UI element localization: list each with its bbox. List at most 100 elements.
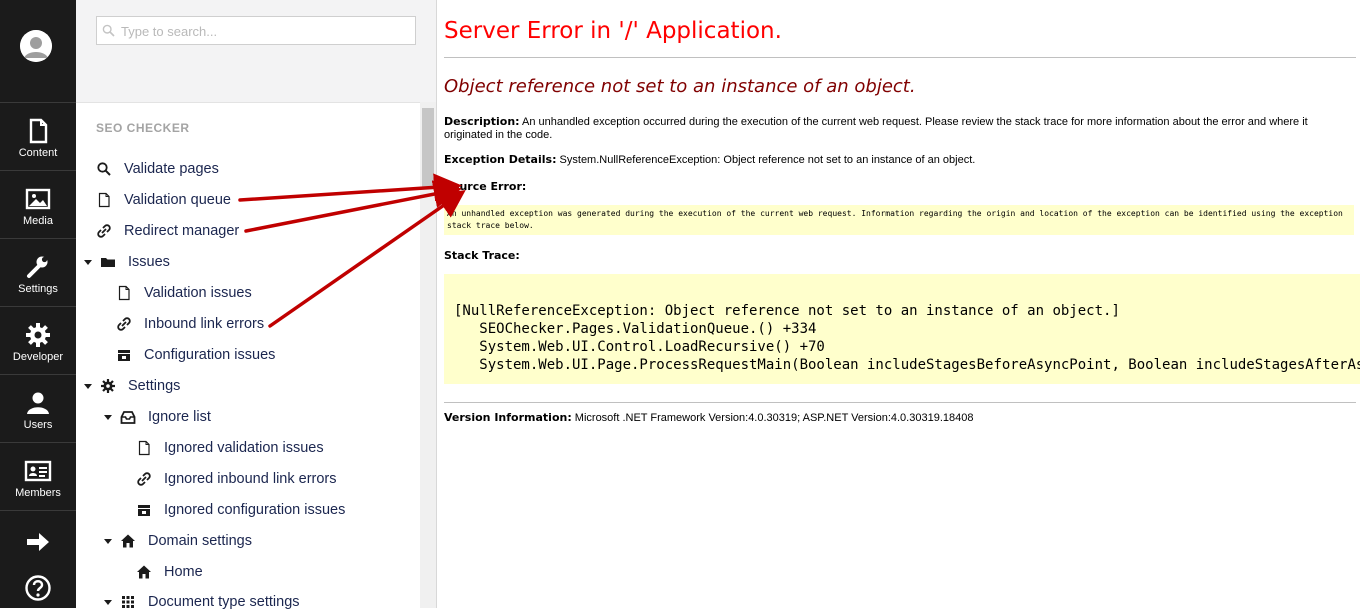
search-input[interactable] bbox=[119, 20, 413, 43]
search-icon bbox=[102, 24, 115, 37]
document-icon bbox=[24, 117, 52, 145]
tree-item-issues[interactable]: Issues bbox=[82, 250, 170, 274]
version-label: Version Information: bbox=[444, 411, 572, 424]
tree-item-label: Redirect manager bbox=[124, 223, 240, 239]
error-title: Server Error in '/' Application. bbox=[444, 18, 782, 44]
tree-header bbox=[76, 0, 436, 103]
folder-icon bbox=[100, 254, 116, 270]
stack-line: System.Web.UI.Page.ProcessRequestMain(Bo… bbox=[479, 357, 1360, 373]
version-paragraph: Version Information: Microsoft .NET Fram… bbox=[444, 411, 1334, 425]
exception-paragraph: Exception Details: System.NullReferenceE… bbox=[444, 153, 1334, 167]
section-content[interactable]: Content bbox=[0, 102, 76, 170]
tree-item-redirect-manager[interactable]: Redirect manager bbox=[96, 219, 239, 243]
home-icon bbox=[136, 564, 152, 580]
tree-panel: SEO CHECKER Validate pages Validation qu… bbox=[76, 0, 437, 610]
help-icon bbox=[25, 575, 51, 601]
tree-item-document-type-settings[interactable]: Document type settings bbox=[102, 590, 300, 614]
tree-item-validation-queue[interactable]: Validation queue bbox=[96, 188, 231, 212]
section-media-label: Media bbox=[23, 215, 53, 227]
tree-item-settings[interactable]: Settings bbox=[82, 374, 180, 398]
arrow-right-icon bbox=[27, 533, 49, 551]
tree-item-label: Ignored configuration issues bbox=[164, 502, 346, 518]
stack-trace-label: Stack Trace: bbox=[444, 249, 520, 262]
tree-item-label: Settings bbox=[128, 378, 181, 394]
wrench-icon bbox=[24, 253, 52, 281]
search-box[interactable] bbox=[96, 16, 416, 45]
exception-text: System.NullReferenceException: Object re… bbox=[559, 154, 976, 166]
help-section[interactable] bbox=[0, 570, 76, 608]
source-error-paragraph: Source Error: bbox=[444, 180, 1334, 194]
tree-item-label: Ignored validation issues bbox=[164, 440, 324, 456]
gear-icon bbox=[24, 321, 52, 349]
tree-item-label: Validation queue bbox=[124, 192, 231, 208]
tree-item-label: Inbound link errors bbox=[144, 316, 265, 332]
user-silhouette-icon bbox=[20, 30, 52, 62]
tree-scrollbar[interactable] bbox=[420, 102, 436, 608]
section-users-label: Users bbox=[23, 419, 53, 431]
section-media[interactable]: Media bbox=[0, 170, 76, 238]
section-members[interactable]: Members bbox=[0, 442, 76, 510]
document-icon bbox=[96, 192, 112, 208]
gear-icon bbox=[100, 378, 116, 394]
section-settings[interactable]: Settings bbox=[0, 238, 76, 306]
id-card-icon bbox=[24, 457, 52, 485]
description-paragraph: Description: An unhandled exception occu… bbox=[444, 115, 1334, 142]
tools-icon bbox=[136, 502, 152, 518]
home-icon bbox=[120, 533, 136, 549]
section-content-label: Content bbox=[18, 147, 58, 159]
user-icon bbox=[24, 389, 52, 417]
error-page: Server Error in '/' Application. Object … bbox=[437, 0, 1360, 608]
section-developer-label: Developer bbox=[12, 351, 64, 363]
description-label: Description: bbox=[444, 115, 520, 128]
caret-down-icon[interactable] bbox=[102, 596, 114, 608]
title-divider bbox=[444, 57, 1356, 58]
forms-section[interactable] bbox=[0, 510, 76, 571]
user-avatar[interactable] bbox=[20, 30, 52, 62]
source-error-label: Source Error: bbox=[444, 180, 527, 193]
caret-down-icon[interactable] bbox=[102, 535, 114, 547]
stack-line: SEOChecker.Pages.ValidationQueue.() +334 bbox=[454, 321, 817, 337]
inbox-icon bbox=[120, 409, 136, 425]
section-settings-label: Settings bbox=[18, 283, 58, 295]
caret-down-icon[interactable] bbox=[82, 380, 94, 392]
section-users[interactable]: Users bbox=[0, 374, 76, 442]
tree-item-domain-settings[interactable]: Domain settings bbox=[102, 529, 252, 553]
tree-item-home[interactable]: Home bbox=[136, 560, 203, 584]
section-developer[interactable]: Developer bbox=[0, 306, 76, 374]
tree-item-label: Ignored inbound link errors bbox=[164, 471, 337, 487]
tree-item-ignored-validation-issues[interactable]: Ignored validation issues bbox=[136, 436, 324, 460]
document-icon bbox=[136, 440, 152, 456]
link-icon bbox=[136, 471, 152, 487]
tree-item-configuration-issues[interactable]: Configuration issues bbox=[116, 343, 275, 367]
stack-trace-paragraph: Stack Trace: bbox=[444, 249, 1334, 263]
tree-item-validation-issues[interactable]: Validation issues bbox=[116, 281, 252, 305]
stack-line: [NullReferenceException: Object referenc… bbox=[454, 303, 1120, 319]
link-icon bbox=[116, 316, 132, 332]
exception-label: Exception Details: bbox=[444, 153, 557, 166]
tree-section-title: SEO CHECKER bbox=[96, 121, 190, 135]
error-subtitle: Object reference not set to an instance … bbox=[444, 76, 916, 97]
tree-item-label: Configuration issues bbox=[144, 347, 276, 363]
tree-item-validate-pages[interactable]: Validate pages bbox=[96, 157, 219, 181]
tree-item-label: Validation issues bbox=[144, 285, 252, 301]
caret-down-icon[interactable] bbox=[82, 256, 94, 268]
tree-item-ignored-configuration-issues[interactable]: Ignored configuration issues bbox=[136, 498, 345, 522]
tools-icon bbox=[116, 347, 132, 363]
tree-item-ignored-inbound-link-errors[interactable]: Ignored inbound link errors bbox=[136, 467, 337, 491]
tree-item-ignore-list[interactable]: Ignore list bbox=[102, 405, 211, 429]
source-error-box: An unhandled exception was generated dur… bbox=[444, 205, 1354, 235]
tree-item-label: Issues bbox=[128, 254, 170, 270]
tree-item-inbound-link-errors[interactable]: Inbound link errors bbox=[116, 312, 264, 336]
search-icon bbox=[96, 161, 112, 177]
caret-down-icon[interactable] bbox=[102, 411, 114, 423]
document-icon bbox=[116, 285, 132, 301]
image-icon bbox=[24, 185, 52, 213]
stack-line: System.Web.UI.Control.LoadRecursive() +7… bbox=[454, 339, 825, 355]
description-text: An unhandled exception occurred during t… bbox=[444, 116, 1308, 141]
tree-item-label: Domain settings bbox=[148, 533, 252, 549]
version-text: Microsoft .NET Framework Version:4.0.303… bbox=[574, 412, 974, 424]
scrollbar-thumb[interactable] bbox=[422, 108, 434, 188]
app-sections-bar: Content Media Settings Developer Users M… bbox=[0, 0, 76, 608]
tree-item-label: Validate pages bbox=[124, 161, 219, 177]
link-icon bbox=[96, 223, 112, 239]
